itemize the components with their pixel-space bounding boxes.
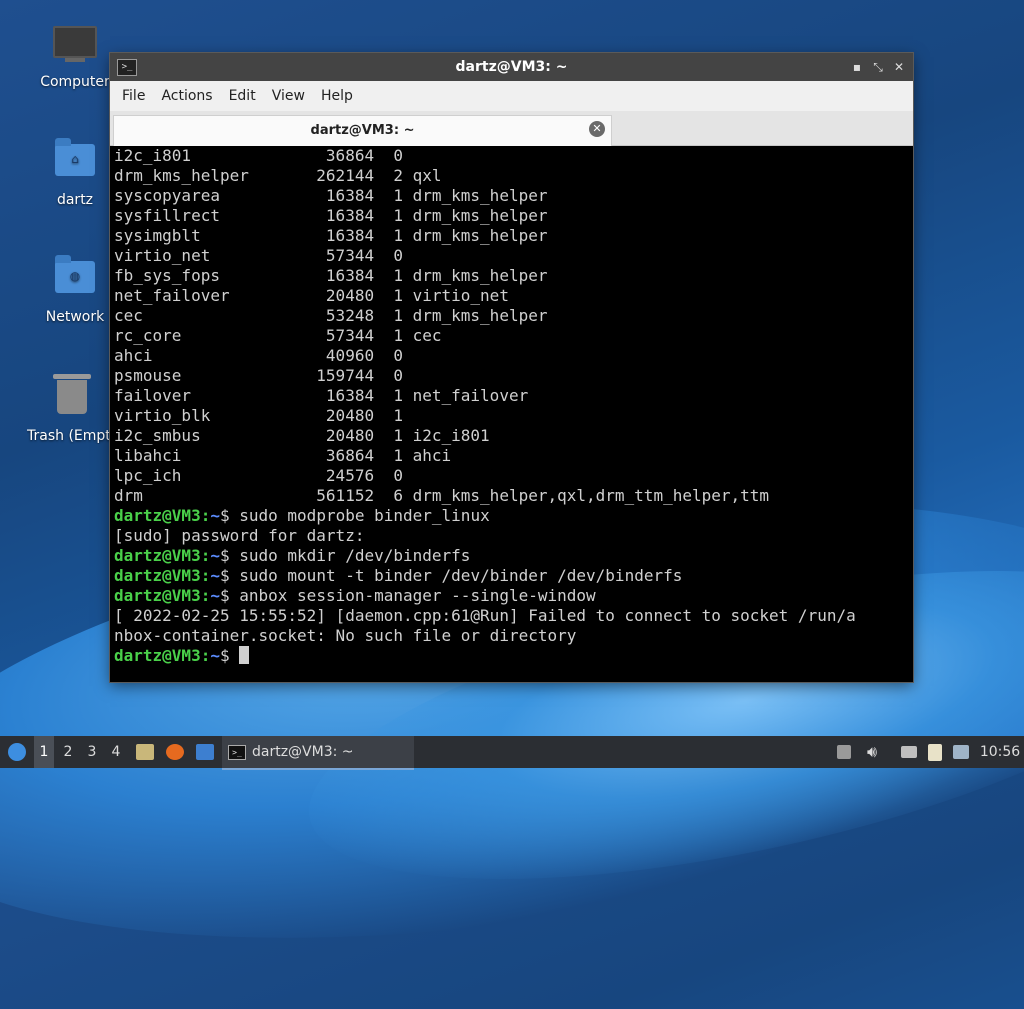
terminal-output-line: lpc_ich 24576 0 [114, 466, 403, 485]
desktop-icon [196, 744, 214, 760]
prompt-user-host: dartz@VM3 [114, 646, 201, 665]
terminal-prompt-line: dartz@VM3:~$ anbox session-manager --sin… [114, 586, 596, 605]
terminal-output-line: syscopyarea 16384 1 drm_kms_helper [114, 186, 548, 205]
volume-icon: 🔊︎ [866, 742, 878, 761]
terminal-output-line: drm_kms_helper 262144 2 qxl [114, 166, 442, 185]
menu-view[interactable]: View [264, 88, 313, 104]
workspace-2[interactable]: 2 [58, 736, 78, 768]
terminal-output-line: rc_core 57344 1 cec [114, 326, 442, 345]
computer-icon [53, 26, 97, 62]
desktop-icon-label: Computer [40, 74, 110, 90]
terminal-output-line: [ 2022-02-25 15:55:52] [daemon.cpp:61@Ru… [114, 606, 856, 625]
prompt-path: ~ [210, 586, 220, 605]
terminal-tab[interactable]: dartz@VM3: ~ ✕ [113, 115, 612, 146]
taskbar-task-terminal[interactable]: >_ dartz@VM3: ~ [222, 736, 414, 770]
terminal-task-icon: >_ [228, 744, 246, 760]
terminal-output-line: sysimgblt 16384 1 drm_kms_helper [114, 226, 548, 245]
menu-actions[interactable]: Actions [153, 88, 220, 104]
menu-edit[interactable]: Edit [221, 88, 264, 104]
app-menu-button[interactable] [4, 736, 30, 768]
clipboard-icon [928, 743, 942, 761]
taskbar: 1 2 3 4 >_ dartz@VM3: ~ 🔊︎ 10:56 [0, 736, 1024, 770]
prompt-command: $ anbox session-manager --single-window [219, 586, 596, 605]
home-folder-icon: ⌂ [55, 138, 95, 176]
menu-file[interactable]: File [114, 88, 153, 104]
maximize-button[interactable]: ⤡ [870, 59, 886, 75]
desktop-icon-home[interactable]: ⌂ dartz [27, 138, 123, 208]
tab-bar: dartz@VM3: ~ ✕ [110, 111, 913, 146]
terminal-output-line: libahci 36864 1 ahci [114, 446, 452, 465]
prompt-path: ~ [210, 646, 220, 665]
terminal-output-line: fb_sys_fops 16384 1 drm_kms_helper [114, 266, 548, 285]
desktop-icon-computer[interactable]: Computer [27, 20, 123, 90]
updates-tray-button[interactable] [950, 736, 972, 768]
prompt-command: $ sudo mount -t binder /dev/binder /dev/… [219, 566, 683, 585]
prompt-command: $ sudo modprobe binder_linux [219, 506, 490, 525]
minimize-button[interactable]: ▪ [849, 59, 865, 75]
terminal-prompt-line: dartz@VM3:~$ sudo mkdir /dev/binderfs [114, 546, 471, 565]
terminal-output-line: sysfillrect 16384 1 drm_kms_helper [114, 206, 548, 225]
lubuntu-logo-icon [8, 743, 26, 761]
menubar: File Actions Edit View Help [110, 81, 913, 111]
network-tray-button[interactable] [898, 736, 920, 768]
clipboard-tray-button[interactable] [924, 736, 946, 768]
prompt-user-host: dartz@VM3 [114, 566, 201, 585]
prompt-user-host: dartz@VM3 [114, 506, 201, 525]
terminal-prompt-line: dartz@VM3:~$ [114, 646, 909, 666]
tab-title: dartz@VM3: ~ [310, 123, 415, 138]
tab-close-icon[interactable]: ✕ [589, 121, 605, 137]
prompt-user-host: dartz@VM3 [114, 546, 201, 565]
prompt-path: ~ [210, 546, 220, 565]
desktop-icon-network[interactable]: ◍ Network [27, 255, 123, 325]
clock[interactable]: 10:56 [978, 736, 1022, 768]
close-button[interactable]: ✕ [891, 59, 907, 75]
desktop-icon-label: Trash (Empty) [27, 428, 117, 444]
trash-icon [53, 374, 91, 414]
workspace-4[interactable]: 4 [106, 736, 126, 768]
file-manager-icon [136, 744, 154, 760]
volume-button[interactable]: 🔊︎ [860, 736, 884, 768]
terminal-output-line: drm 561152 6 drm_kms_helper,qxl,drm_ttm_… [114, 486, 770, 505]
notes-icon [837, 745, 851, 759]
terminal-prompt-line: dartz@VM3:~$ sudo mount -t binder /dev/b… [114, 566, 683, 585]
terminal-output-line: failover 16384 1 net_failover [114, 386, 529, 405]
firefox-launcher[interactable] [162, 736, 188, 768]
terminal-output-line: i2c_i801 36864 0 [114, 146, 403, 165]
menu-help[interactable]: Help [313, 88, 361, 104]
terminal-output-line: psmouse 159744 0 [114, 366, 403, 385]
file-manager-launcher[interactable] [132, 736, 158, 768]
updates-icon [953, 745, 969, 759]
prompt-path: ~ [210, 506, 220, 525]
window-titlebar[interactable]: >_ dartz@VM3: ~ ▪ ⤡ ✕ [110, 53, 913, 81]
terminal-output-line: i2c_smbus 20480 1 i2c_i801 [114, 426, 490, 445]
terminal-output[interactable]: i2c_i801 36864 0 drm_kms_helper 262144 2 … [114, 146, 909, 678]
terminal-output-line: virtio_blk 20480 1 [114, 406, 403, 425]
terminal-output-line: [sudo] password for dartz: [114, 526, 365, 545]
terminal-output-line: ahci 40960 0 [114, 346, 403, 365]
terminal-output-line: cec 53248 1 drm_kms_helper [114, 306, 548, 325]
firefox-icon [166, 744, 184, 760]
desktop-icon-label: dartz [56, 192, 94, 208]
desktop-icon-trash[interactable]: Trash (Empty) [27, 370, 117, 444]
terminal-output-line: net_failover 20480 1 virtio_net [114, 286, 509, 305]
terminal-output-line: nbox-container.socket: No such file or d… [114, 626, 577, 645]
network-folder-icon: ◍ [55, 255, 95, 293]
window-title: dartz@VM3: ~ [455, 59, 568, 75]
prompt-user-host: dartz@VM3 [114, 586, 201, 605]
tray-notes-button[interactable] [834, 736, 854, 768]
workspace-1[interactable]: 1 [34, 736, 54, 768]
prompt-command: $ sudo mkdir /dev/binderfs [219, 546, 471, 565]
network-wired-icon [901, 746, 917, 758]
task-label: dartz@VM3: ~ [252, 744, 354, 760]
workspace-3[interactable]: 3 [82, 736, 102, 768]
desktop-icon-label: Network [45, 309, 105, 325]
text-cursor [239, 646, 250, 664]
terminal-prompt-line: dartz@VM3:~$ sudo modprobe binder_linux [114, 506, 490, 525]
prompt-command: $ [219, 646, 240, 665]
show-desktop-button[interactable] [192, 736, 218, 768]
terminal-window: >_ dartz@VM3: ~ ▪ ⤡ ✕ File Actions Edit … [110, 53, 913, 682]
terminal-output-line: virtio_net 57344 0 [114, 246, 403, 265]
prompt-path: ~ [210, 566, 220, 585]
